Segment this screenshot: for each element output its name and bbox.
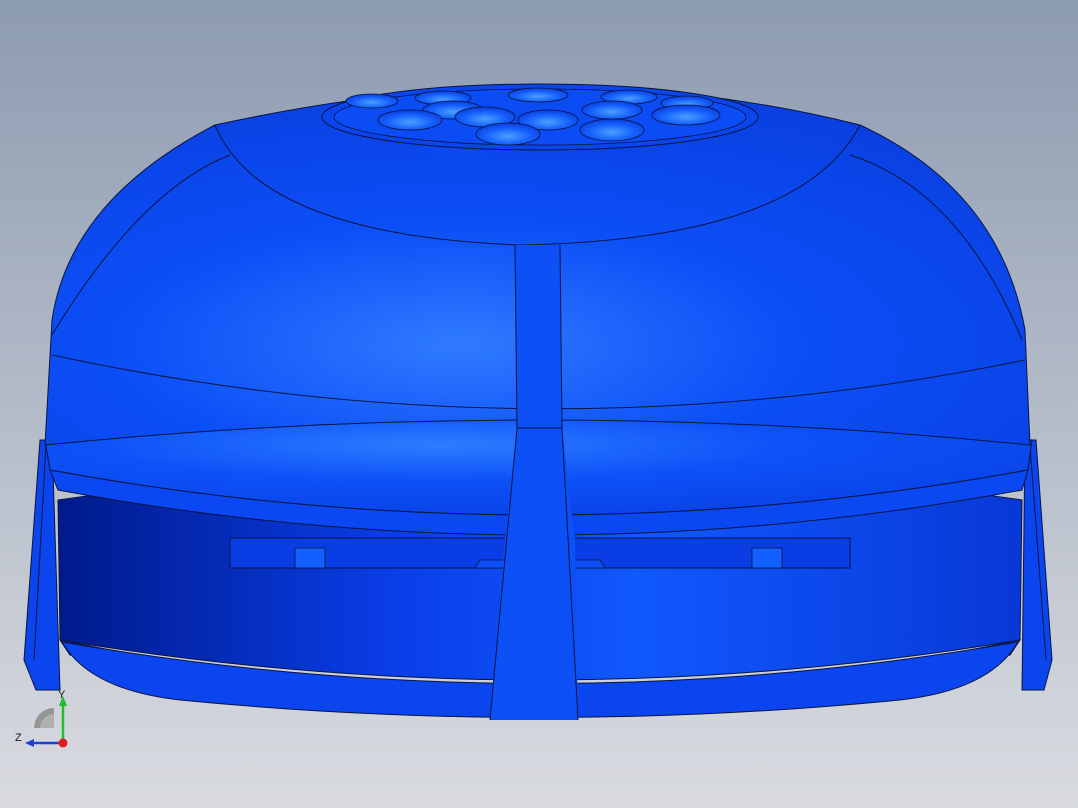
inner-slot-right-tab bbox=[751, 547, 783, 569]
inner-slot-left-tab bbox=[294, 547, 326, 569]
z-axis-arrow bbox=[25, 739, 34, 747]
vent-hole bbox=[579, 118, 645, 142]
cad-viewport[interactable]: Y Z bbox=[0, 0, 1078, 808]
x-axis-dot bbox=[58, 738, 68, 748]
y-axis-label: Y bbox=[58, 689, 66, 701]
vent-hole bbox=[581, 100, 643, 120]
vent-hole bbox=[345, 93, 399, 109]
vent-hole bbox=[377, 109, 443, 131]
vent-hole bbox=[651, 104, 721, 126]
model-view[interactable] bbox=[0, 0, 1078, 808]
vent-hole bbox=[475, 122, 541, 146]
z-axis-label: Z bbox=[15, 732, 22, 744]
vent-hole bbox=[507, 87, 569, 103]
